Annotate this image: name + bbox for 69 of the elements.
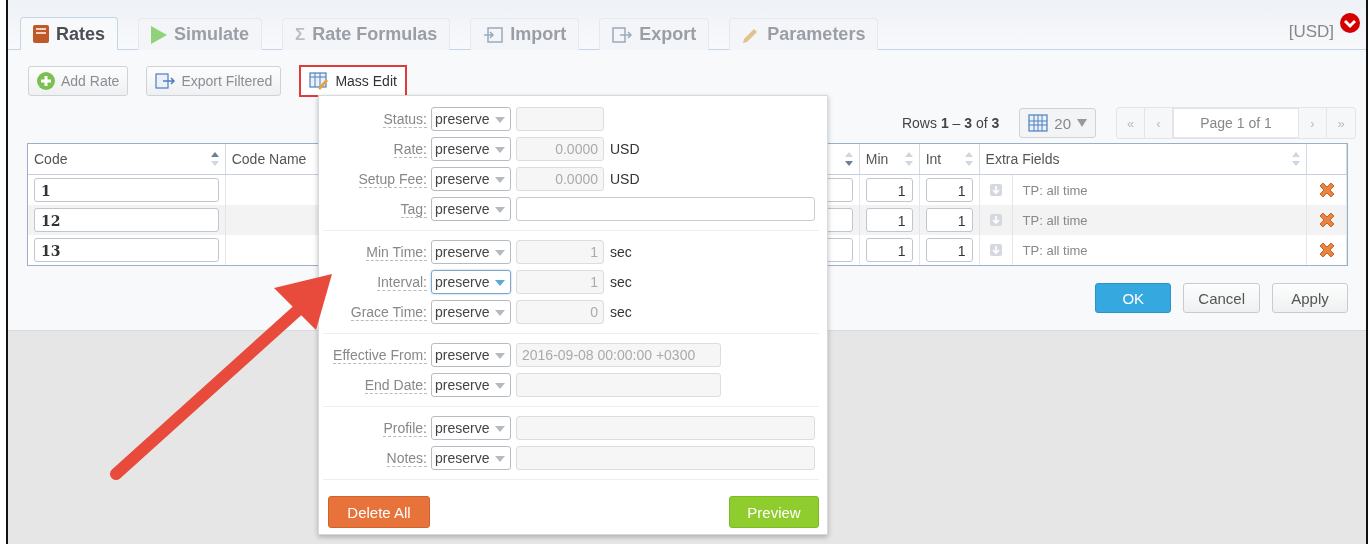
field-label: Status: xyxy=(383,110,427,128)
import-icon xyxy=(483,26,504,43)
caret-icon xyxy=(495,117,505,123)
caret-icon xyxy=(1077,119,1087,127)
expand-icon[interactable] xyxy=(989,214,1002,226)
int-input[interactable]: 1 xyxy=(925,208,973,232)
caret-icon xyxy=(495,383,505,389)
export-icon xyxy=(612,26,633,43)
sort-icon[interactable] xyxy=(210,151,219,167)
int-input[interactable]: 1 xyxy=(925,238,973,262)
field-label: Profile: xyxy=(383,419,427,437)
column-header[interactable]: Int xyxy=(925,151,942,167)
extra-fields-text: TP: all time xyxy=(1021,242,1088,258)
unit-label: USD xyxy=(610,171,640,187)
caret-icon xyxy=(495,207,505,213)
min-input[interactable]: 1 xyxy=(865,178,913,202)
int-input[interactable]: 1 xyxy=(925,178,973,202)
caret-icon xyxy=(495,456,505,462)
mode-select[interactable]: preserve xyxy=(431,197,511,221)
value-field[interactable] xyxy=(516,197,815,221)
tab[interactable]: Rates xyxy=(20,17,119,50)
min-input[interactable]: 1 xyxy=(865,208,913,232)
caret-icon xyxy=(495,250,505,256)
field-label: Grace Time: xyxy=(350,303,427,321)
column-header[interactable]: Code Name xyxy=(231,151,307,167)
caret-icon xyxy=(495,426,505,432)
unit-label: USD xyxy=(610,141,640,157)
chevron-down-icon[interactable] xyxy=(1340,13,1360,33)
expand-icon[interactable] xyxy=(989,184,1002,196)
caret-icon xyxy=(495,147,505,153)
plus-icon xyxy=(37,72,55,90)
code-input[interactable]: 13 xyxy=(34,238,219,262)
book-icon xyxy=(33,25,49,43)
code-input[interactable]: 12 xyxy=(34,208,219,232)
caret-icon xyxy=(495,280,505,286)
field-label: Notes: xyxy=(386,449,427,467)
extra-fields-text: TP: all time xyxy=(1021,212,1088,228)
field-label: Min Time: xyxy=(366,243,427,261)
caret-icon xyxy=(495,177,505,183)
unit-label: sec xyxy=(610,274,632,290)
expand-icon[interactable] xyxy=(989,244,1002,256)
field-label: Interval: xyxy=(377,273,427,291)
sort-icon[interactable] xyxy=(844,151,853,167)
field-label: Setup Fee: xyxy=(358,170,427,188)
toolbar-button[interactable]: Mass Edit xyxy=(299,65,407,97)
caret-icon xyxy=(495,310,505,316)
page-indicator: Page 1 of 1 xyxy=(1173,108,1299,138)
export-icon xyxy=(155,73,176,89)
sigma-icon: Σ xyxy=(295,24,306,45)
unit-label: sec xyxy=(610,304,632,320)
field-label: Rate: xyxy=(393,140,427,158)
column-header[interactable]: Min xyxy=(865,151,889,167)
field-label: Tag: xyxy=(400,200,427,218)
field-label: Effective From: xyxy=(333,346,427,364)
min-input[interactable]: 1 xyxy=(865,238,913,262)
rows-count: Rows 1 – 3 of 3 xyxy=(901,115,1000,131)
caret-icon xyxy=(495,353,505,359)
extra-fields-text: TP: all time xyxy=(1021,182,1088,198)
field-label: End Date: xyxy=(364,376,427,394)
table-pencil-icon xyxy=(309,72,330,90)
column-header[interactable]: Extra Fields xyxy=(985,151,1060,167)
table-icon xyxy=(1028,114,1049,132)
column-header[interactable]: Code xyxy=(34,151,68,167)
action-button[interactable]: Apply xyxy=(1272,283,1348,313)
unit-label: sec xyxy=(610,244,632,260)
currency-label: [USD] xyxy=(1288,22,1334,42)
code-input[interactable]: 1 xyxy=(34,178,219,202)
action-button[interactable]: Cancel xyxy=(1183,283,1260,313)
play-icon xyxy=(151,25,168,44)
